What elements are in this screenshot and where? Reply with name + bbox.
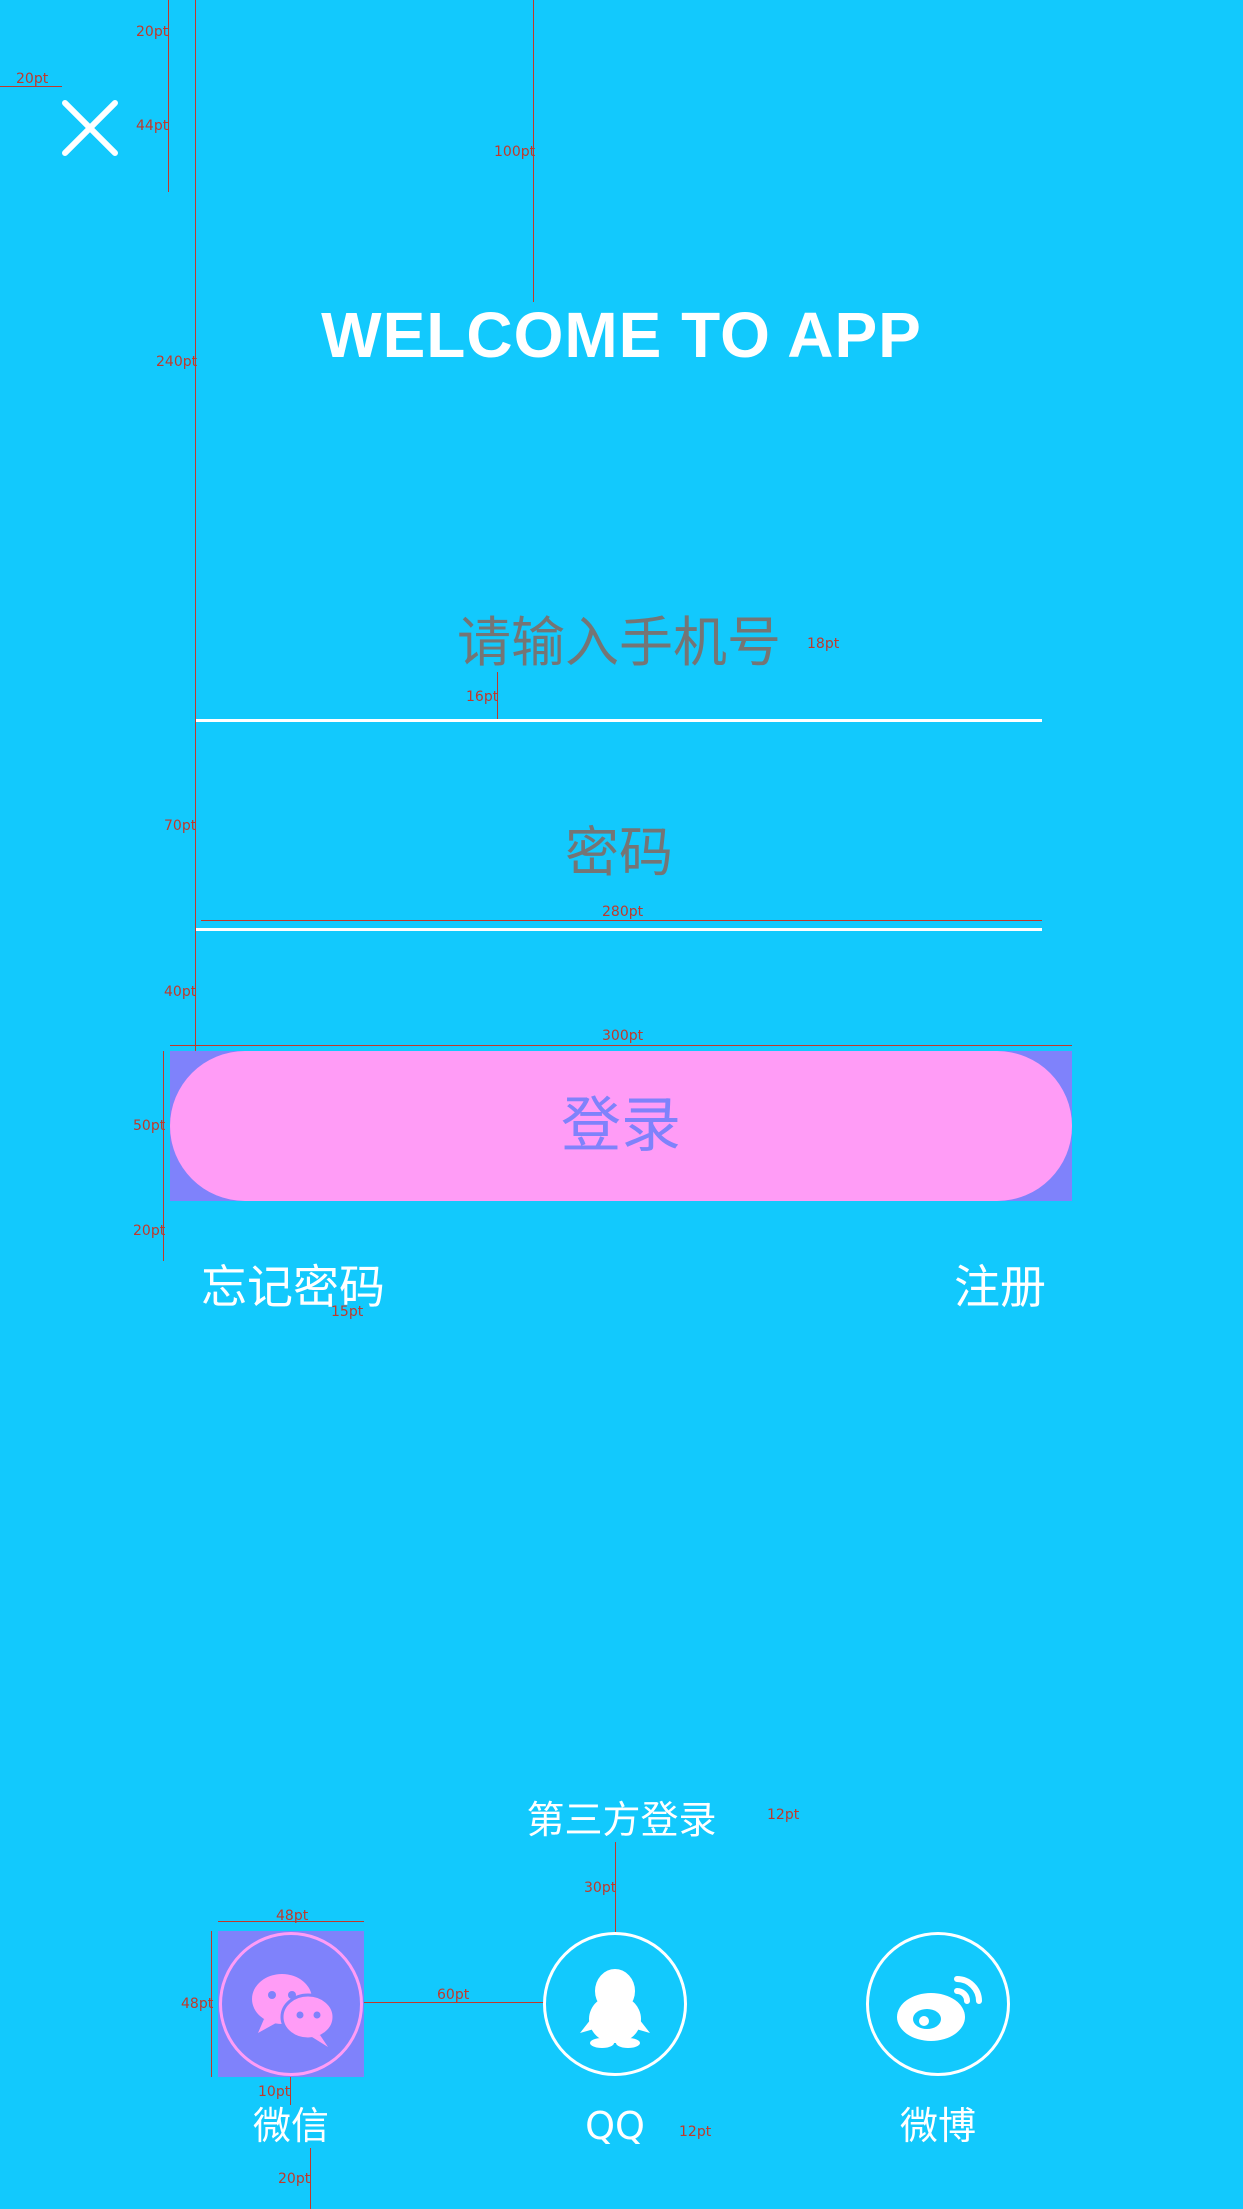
annotation-button-height: 50pt	[133, 1118, 166, 1134]
weibo-label: 微博	[899, 2104, 976, 2148]
phone-underline	[196, 719, 1042, 722]
button-width-guide	[170, 1045, 1072, 1046]
login-button[interactable]: 登录	[170, 1051, 1072, 1201]
annotation-close-left: 20pt	[16, 71, 49, 87]
annotation-close-size: 44pt	[136, 118, 169, 134]
close-button[interactable]	[62, 100, 118, 156]
annotation-icons-gap: 30pt	[584, 1880, 617, 1896]
phone-input[interactable]	[196, 608, 1042, 678]
password-input[interactable]	[196, 818, 1042, 888]
annotation-title-top: 100pt	[494, 144, 536, 160]
annotation-icon-spacing: 60pt	[437, 1987, 470, 2003]
wechat-icon	[252, 1974, 336, 2047]
annotation-icon-width: 48pt	[276, 1908, 309, 1924]
annotation-field-gap: 70pt	[164, 818, 197, 834]
password-underline	[196, 928, 1042, 931]
annotation-close-top: 20pt	[136, 24, 169, 40]
qq-login-button[interactable]	[543, 1932, 687, 2076]
annotation-bottom-gap: 20pt	[278, 2171, 311, 2187]
annotation-button-gap: 40pt	[164, 984, 197, 1000]
register-link[interactable]: 注册	[954, 1257, 1046, 1317]
annotation-links-gap: 20pt	[133, 1223, 166, 1239]
page-title: WELCOME TO APP	[321, 299, 922, 371]
qq-label: QQ	[585, 2104, 645, 2148]
phone-field-group	[196, 608, 1042, 724]
annotation-icon-height: 48pt	[181, 1996, 214, 2012]
third-party-title: 第三方登录	[526, 1798, 717, 1842]
forgot-password-link[interactable]: 忘记密码	[201, 1257, 385, 1317]
qq-icon	[580, 1969, 650, 2048]
annotation-button-width: 300pt	[602, 1028, 644, 1044]
close-icon	[62, 100, 118, 156]
wechat-login-button[interactable]	[219, 1932, 363, 2076]
weibo-icon	[897, 1976, 982, 2041]
login-button-highlight: 登录	[170, 1051, 1072, 1201]
password-field-group	[196, 818, 1042, 934]
weibo-login-button[interactable]	[866, 1932, 1010, 2076]
wechat-label: 微信	[252, 2104, 329, 2148]
